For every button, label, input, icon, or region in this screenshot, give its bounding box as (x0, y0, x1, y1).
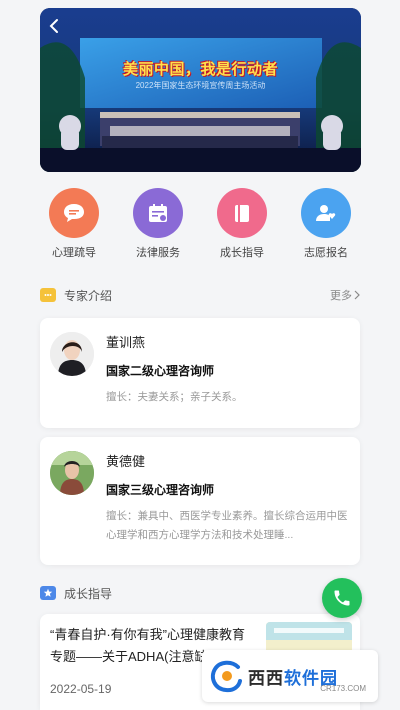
chevron-left-icon (49, 19, 58, 33)
menu-item-volunteer[interactable]: 志愿报名 (292, 188, 360, 260)
avatar (50, 332, 94, 376)
banner[interactable]: 美丽中国，我是行动者 2022年国家生态环境宣传周主场活动 (40, 8, 361, 172)
banner-title: 美丽中国，我是行动者 (122, 61, 278, 78)
banner-subtitle: 2022年国家生态环境宣传周主场活动 (135, 81, 266, 90)
avatar (50, 451, 94, 495)
chat-icon (40, 288, 56, 302)
expert-desc: 擅长：兼具中、西医学专业素养。擅长综合运用中医心理学和西方心理学方法和技术处理睡… (106, 510, 348, 541)
menu-label: 心理疏导 (52, 247, 96, 259)
star-icon (40, 586, 56, 600)
expert-title: 国家三级心理咨询师 (106, 483, 215, 497)
menu-label: 法律服务 (136, 247, 180, 259)
chevron-right-icon (354, 290, 360, 300)
calendar-icon (133, 188, 183, 238)
expert-name: 黄德健 (106, 454, 146, 469)
growth-section-header: 成长指导 (40, 583, 360, 603)
site-watermark: 西西软件园 CR173.COM (202, 650, 378, 702)
menu-label: 志愿报名 (304, 247, 348, 259)
menu-item-legal[interactable]: 法律服务 (124, 188, 192, 260)
section-title: 成长指导 (64, 586, 113, 601)
more-link[interactable]: 更多 (330, 287, 360, 303)
call-button[interactable] (322, 578, 362, 618)
menu-label: 成长指导 (220, 247, 264, 259)
expert-desc: 擅长：夫妻关系；亲子关系。 (106, 391, 243, 403)
service-menu: 心理疏导 法律服务 成长指导 志愿报名 (40, 188, 360, 260)
expert-card[interactable]: 黄德健 国家三级心理咨询师 擅长：兼具中、西医学专业素养。擅长综合运用中医心理学… (40, 437, 360, 565)
back-button[interactable] (48, 18, 68, 38)
chat-icon (49, 188, 99, 238)
expert-title: 国家二级心理咨询师 (106, 364, 215, 378)
user-heart-icon (301, 188, 351, 238)
article-date: 2022-05-19 (50, 682, 112, 696)
expert-name: 董训燕 (106, 335, 146, 350)
watermark-sub: CR173.COM (320, 684, 366, 693)
expert-card[interactable]: 董训燕 国家二级心理咨询师 擅长：夫妻关系；亲子关系。 (40, 318, 360, 428)
watermark-main-a: 西西 (248, 668, 284, 688)
logo-icon (210, 660, 242, 693)
menu-item-counseling[interactable]: 心理疏导 (40, 188, 108, 260)
menu-item-growth[interactable]: 成长指导 (208, 188, 276, 260)
more-label: 更多 (330, 290, 352, 302)
phone-icon (334, 590, 350, 606)
book-icon (217, 188, 267, 238)
section-title: 专家介绍 (64, 288, 113, 303)
experts-section-header: 专家介绍 更多 (40, 285, 360, 305)
